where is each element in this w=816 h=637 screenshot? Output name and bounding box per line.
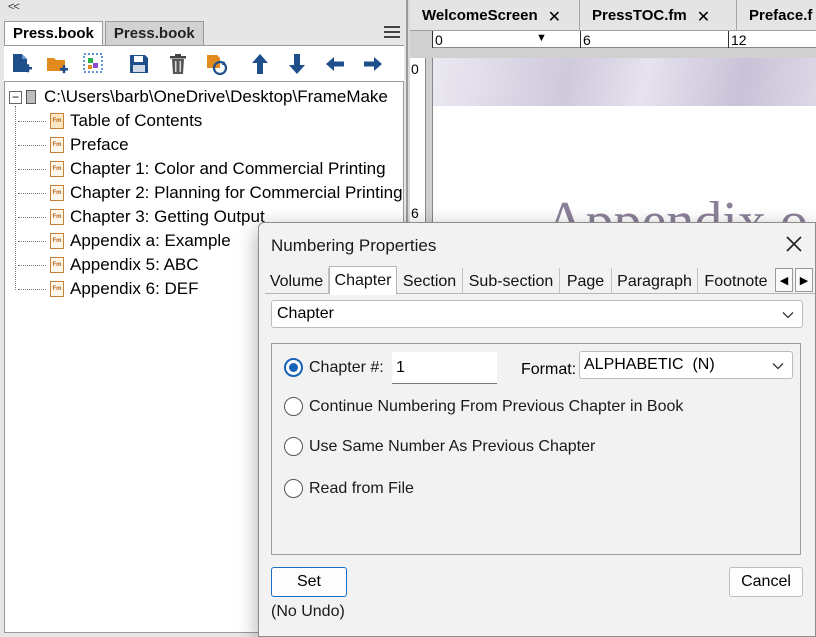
move-right-icon[interactable] — [360, 51, 386, 77]
book-tab-press[interactable]: Press.book — [104, 21, 204, 45]
close-icon[interactable] — [783, 233, 805, 255]
close-icon[interactable]: ✕ — [548, 7, 561, 31]
add-folder-icon[interactable] — [44, 51, 70, 77]
tab-sub-section[interactable]: Sub-section — [463, 268, 560, 294]
tab-section[interactable]: Section — [397, 268, 463, 294]
tree-item-chapter-2[interactable]: Fm Chapter 2: Planning for Commercial Pr… — [16, 181, 403, 205]
tree-item-appendix-a[interactable]: Fm Appendix a: Example — [16, 229, 231, 253]
no-undo-note: (No Undo) — [271, 603, 345, 620]
tree-item-label: Chapter 1: Color and Commercial Printing — [70, 159, 386, 178]
format-label: Format: — [521, 361, 577, 378]
fm-file-icon: Fm — [50, 137, 64, 153]
tree-item-table-of-contents[interactable]: Fm Table of Contents — [16, 109, 202, 133]
option-label: Use Same Number As Previous Chapter — [309, 437, 596, 455]
indent-marker-icon[interactable]: ▼ — [536, 32, 547, 44]
chevron-down-icon — [772, 363, 784, 370]
horizontal-ruler: 0 6 12 ▼ — [432, 31, 816, 48]
add-group-icon[interactable] — [81, 51, 107, 77]
option-chapter-number[interactable]: Chapter #: — [284, 358, 384, 377]
ruler-number: 0 — [435, 32, 443, 48]
panel-menu-icon[interactable] — [384, 26, 400, 40]
option-label: Continue Numbering From Previous Chapter… — [309, 397, 684, 415]
tab-scroll-left-icon[interactable]: ◀ — [775, 268, 793, 292]
fm-file-icon: Fm — [50, 257, 64, 273]
update-book-icon[interactable] — [203, 51, 229, 77]
radio-button[interactable] — [284, 479, 303, 498]
tab-scroll-right-icon[interactable]: ▶ — [795, 268, 813, 292]
numbering-properties-dialog: Numbering Properties Volume Chapter Sect… — [258, 222, 816, 637]
book-tab-press-active[interactable]: Press.book — [4, 21, 103, 45]
ruler-number: 0 — [411, 61, 419, 77]
doc-tab-preface[interactable]: Preface.f — [737, 0, 816, 31]
doc-tab-label: WelcomeScreen — [422, 7, 538, 24]
tree-item-appendix-5[interactable]: Fm Appendix 5: ABC — [16, 253, 199, 277]
tree-item-label: Table of Contents — [70, 111, 203, 130]
tree-item-label: Preface — [70, 135, 129, 154]
tree-item-appendix-6[interactable]: Fm Appendix 6: DEF — [16, 277, 199, 301]
set-button[interactable]: Set — [271, 567, 347, 597]
tree-item-label: Appendix a: Example — [70, 231, 231, 250]
tree-item-label: Chapter 3: Getting Output — [70, 207, 265, 226]
document-tab-bar: WelcomeScreen ✕ PressTOC.fm ✕ Preface.f — [410, 0, 816, 31]
tab-volume[interactable]: Volume — [265, 268, 329, 294]
fm-file-icon: Fm — [50, 281, 64, 297]
chevron-down-icon — [782, 312, 794, 319]
tab-page[interactable]: Page — [560, 268, 612, 294]
move-down-icon[interactable] — [284, 51, 310, 77]
book-toolbar — [4, 45, 404, 81]
option-label: Read from File — [309, 479, 414, 497]
tab-paragraph[interactable]: Paragraph — [612, 268, 698, 294]
tab-footnote[interactable]: Footnote — [698, 268, 774, 294]
chapter-number-field[interactable] — [392, 352, 497, 384]
radio-button[interactable] — [284, 397, 303, 416]
tree-root-label: C:\Users\barb\OneDrive\Desktop\FrameMake — [44, 87, 388, 106]
doc-tab-label: Preface.f — [749, 7, 813, 24]
cancel-button[interactable]: Cancel — [729, 567, 803, 597]
option-same-number[interactable]: Use Same Number As Previous Chapter — [284, 437, 595, 456]
option-continue-numbering[interactable]: Continue Numbering From Previous Chapter… — [284, 397, 683, 416]
doc-tab-welcomescreen[interactable]: WelcomeScreen ✕ — [410, 0, 580, 31]
tree-root-book[interactable]: − C:\Users\barb\OneDrive\Desktop\FrameMa… — [9, 87, 388, 107]
fm-file-icon: Fm — [50, 185, 64, 201]
collapse-panel-button[interactable]: << — [8, 1, 20, 13]
dialog-title: Numbering Properties — [271, 236, 437, 255]
move-left-icon[interactable] — [322, 51, 348, 77]
doc-tab-presstoc[interactable]: PressTOC.fm ✕ — [580, 0, 737, 31]
format-dropdown-value: ALPHABETIC (N) — [584, 356, 715, 373]
fm-file-icon: Fm — [50, 209, 64, 225]
format-dropdown[interactable]: ALPHABETIC (N) — [579, 351, 793, 379]
tree-item-chapter-1[interactable]: Fm Chapter 1: Color and Commercial Print… — [16, 157, 386, 181]
radio-button[interactable] — [284, 437, 303, 456]
book-file-icon — [26, 90, 36, 104]
collapse-tree-icon[interactable]: − — [9, 90, 22, 104]
ruler-number: 6 — [583, 32, 591, 48]
scope-dropdown[interactable]: Chapter — [271, 300, 803, 328]
radio-button-selected[interactable] — [284, 358, 303, 377]
move-up-icon[interactable] — [247, 51, 273, 77]
option-read-from-file[interactable]: Read from File — [284, 479, 414, 498]
close-icon[interactable]: ✕ — [697, 7, 710, 31]
fm-file-icon: Fm — [50, 161, 64, 177]
add-file-icon[interactable] — [8, 51, 34, 77]
ruler-number: 12 — [731, 32, 747, 48]
tree-item-label: Chapter 2: Planning for Commercial Print… — [70, 183, 403, 202]
ruler-number: 6 — [411, 205, 419, 221]
save-icon[interactable] — [126, 51, 152, 77]
doc-tab-label: PressTOC.fm — [592, 7, 687, 24]
book-tab-bar: Press.book Press.book — [4, 21, 402, 45]
dialog-tab-strip: Volume Chapter Section Sub-section Page … — [265, 266, 815, 295]
fm-file-icon: Fm — [50, 233, 64, 249]
option-label: Chapter #: — [309, 358, 384, 376]
tree-item-preface[interactable]: Fm Preface — [16, 133, 129, 157]
delete-icon[interactable] — [165, 51, 191, 77]
tree-item-label: Appendix 6: DEF — [70, 279, 199, 298]
tree-item-chapter-3[interactable]: Fm Chapter 3: Getting Output — [16, 205, 265, 229]
fm-file-icon: Fm — [50, 113, 64, 129]
tab-chapter[interactable]: Chapter — [329, 266, 397, 295]
scope-dropdown-value: Chapter — [277, 305, 334, 322]
chapter-numbering-group: Chapter #: Format: ALPHABETIC (N) Contin… — [271, 343, 801, 555]
page-banner-image — [433, 58, 816, 106]
tree-item-label: Appendix 5: ABC — [70, 255, 199, 274]
